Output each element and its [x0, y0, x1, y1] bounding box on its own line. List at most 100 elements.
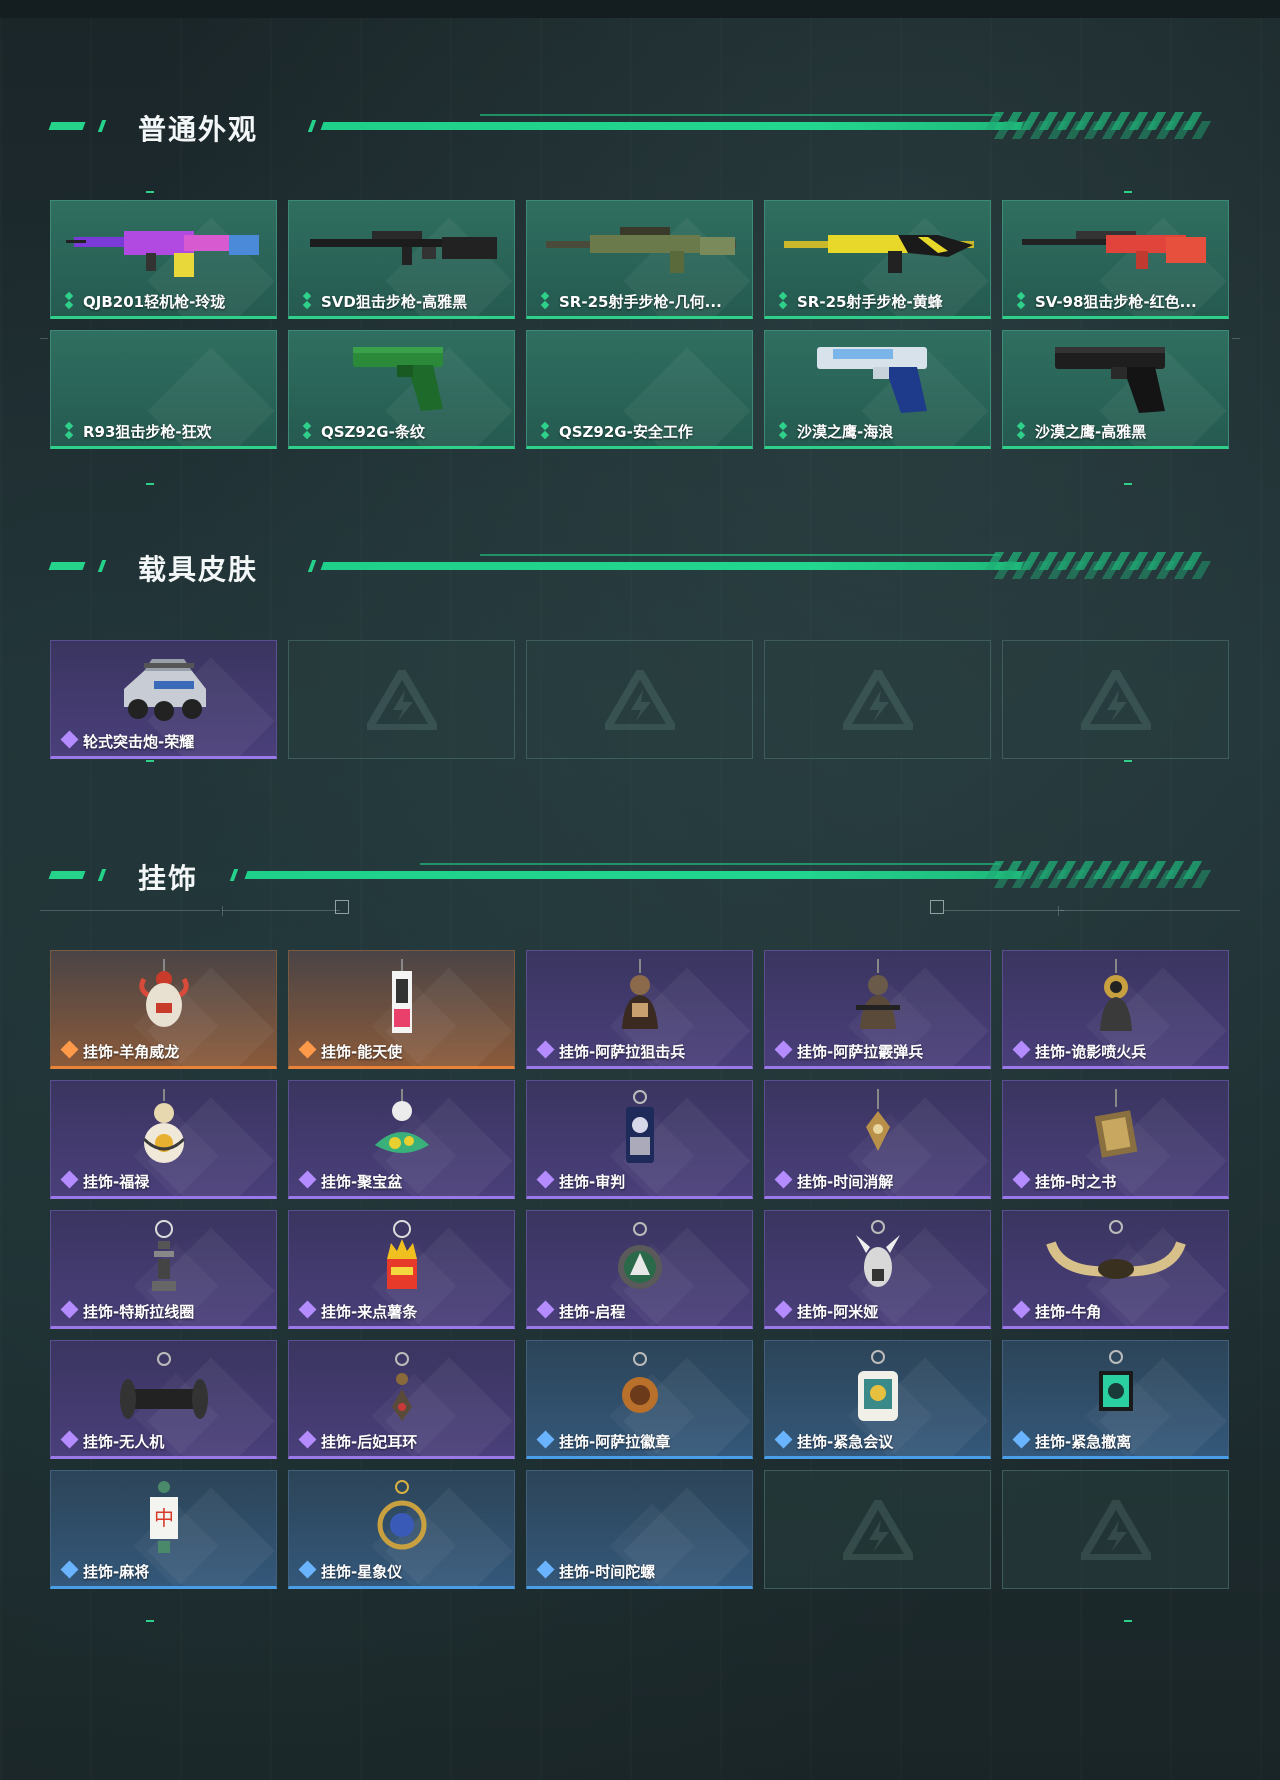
item-label: 挂饰-紧急会议 — [797, 1433, 894, 1451]
item-label: 挂饰-紧急撤离 — [1035, 1433, 1132, 1451]
rarity-icon — [1012, 1430, 1031, 1449]
corner-tick — [146, 483, 154, 485]
item-label: 挂饰-麻将 — [83, 1563, 150, 1581]
charm-card[interactable]: 挂饰-福禄 — [50, 1080, 277, 1199]
rarity-icon — [300, 424, 314, 438]
charm-icon — [391, 1352, 412, 1421]
charm-card[interactable]: 挂饰-后妃耳环 — [288, 1340, 515, 1459]
charm-card[interactable]: 挂饰-无人机 — [50, 1340, 277, 1459]
charm-card[interactable]: 挂饰-时之书 — [1002, 1080, 1229, 1199]
weapon-card[interactable]: 沙漠之鹰-高雅黑 — [1002, 330, 1229, 449]
weapon-card[interactable]: 沙漠之鹰-海浪 — [764, 330, 991, 449]
charm-icon — [625, 1090, 654, 1163]
vehicles-grid: 轮式突击炮-荣耀 — [50, 640, 1229, 759]
charm-card[interactable]: 挂饰-诡影喷火兵 — [1002, 950, 1229, 1069]
charm-card[interactable]: 挂饰-时间消解 — [764, 1080, 991, 1199]
corner-tick — [146, 191, 154, 193]
item-label: 挂饰-星象仪 — [321, 1563, 403, 1581]
item-label: 挂饰-阿萨拉狙击兵 — [559, 1043, 686, 1061]
rarity-icon — [536, 1560, 555, 1579]
weapon-card[interactable]: QSZ92G-条纹 — [288, 330, 515, 449]
charm-card[interactable]: 挂饰-星象仪 — [288, 1470, 515, 1589]
rarity-icon — [1012, 1170, 1031, 1189]
header-accent — [48, 122, 86, 130]
rarity-icon — [298, 1300, 317, 1319]
empty-slot — [764, 640, 991, 759]
rarity-icon — [1012, 1040, 1031, 1059]
hud-line — [1232, 338, 1240, 339]
charm-card[interactable]: 挂饰-来点薯条 — [288, 1210, 515, 1329]
charm-card[interactable]: 挂饰-阿米娅 — [764, 1210, 991, 1329]
item-label: 挂饰-聚宝盆 — [321, 1173, 403, 1191]
section-header: 普通外观 — [0, 108, 1280, 148]
item-label: 挂饰-福禄 — [83, 1173, 150, 1191]
corner-tick — [1124, 191, 1132, 193]
charm-icon: 中 — [149, 1481, 178, 1553]
header-line — [480, 554, 1000, 556]
charm-card[interactable]: 挂饰-阿萨拉徽章 — [526, 1340, 753, 1459]
item-label: SV-98狙击步枪-红色... — [1035, 293, 1197, 311]
charm-card[interactable]: 中挂饰-麻将 — [50, 1470, 277, 1589]
rarity-icon — [298, 1560, 317, 1579]
rarity-icon — [60, 730, 79, 749]
charm-icon — [151, 1220, 176, 1291]
sniper-rifle-icon — [309, 231, 497, 265]
charm-card[interactable]: 挂饰-时间陀螺 — [526, 1470, 753, 1589]
weapon-card[interactable]: SR-25射手步枪-几何... — [526, 200, 753, 319]
charm-icon — [1099, 959, 1132, 1031]
rarity-icon — [538, 294, 552, 308]
charm-card[interactable]: 挂饰-紧急会议 — [764, 1340, 991, 1459]
section-charms: 挂饰 — [0, 857, 1280, 897]
charm-card[interactable]: 挂饰-启程 — [526, 1210, 753, 1329]
item-label: 挂饰-牛角 — [1035, 1303, 1102, 1321]
rarity-icon — [536, 1430, 555, 1449]
item-label: 挂饰-审判 — [559, 1173, 626, 1191]
item-label: 挂饰-启程 — [559, 1303, 626, 1321]
charm-card[interactable]: 挂饰-聚宝盆 — [288, 1080, 515, 1199]
hud-line — [222, 910, 340, 911]
rarity-icon — [1014, 424, 1028, 438]
charm-icon — [865, 1089, 890, 1151]
charm-card[interactable]: 挂饰-紧急撤离 — [1002, 1340, 1229, 1459]
empty-slot — [526, 640, 753, 759]
charm-card[interactable]: 挂饰-能天使 — [288, 950, 515, 1069]
weapon-card[interactable]: QSZ92G-安全工作 — [526, 330, 753, 449]
rarity-icon — [60, 1560, 79, 1579]
vehicle-card[interactable]: 轮式突击炮-荣耀 — [50, 640, 277, 759]
charm-icon — [621, 959, 658, 1029]
weapon-card[interactable]: QJB201轻机枪-玲珑 — [50, 200, 277, 319]
charm-card[interactable]: 挂饰-羊角威龙 — [50, 950, 277, 1069]
weapon-card[interactable]: SV-98狙击步枪-红色... — [1002, 200, 1229, 319]
charm-card[interactable]: 挂饰-阿萨拉狙击兵 — [526, 950, 753, 1069]
item-label: 挂饰-时间消解 — [797, 1173, 894, 1191]
item-label: 沙漠之鹰-海浪 — [797, 423, 894, 441]
charm-icon — [377, 1480, 426, 1550]
charm-card[interactable]: 挂饰-牛角 — [1002, 1210, 1229, 1329]
marksman-rifle-icon — [545, 227, 736, 273]
hud-line — [222, 906, 223, 916]
rarity-icon — [60, 1300, 79, 1319]
header-checker — [993, 870, 1215, 888]
rarity-icon — [1012, 1300, 1031, 1319]
item-label: 挂饰-无人机 — [83, 1433, 165, 1451]
rarity-icon — [776, 294, 790, 308]
charm-icon — [855, 959, 900, 1029]
header-accent — [97, 869, 107, 881]
charm-icon — [1098, 1350, 1133, 1411]
charm-icon — [1094, 1089, 1137, 1158]
charm-icon — [374, 1089, 429, 1153]
charm-card[interactable]: 挂饰-特斯拉线圈 — [50, 1210, 277, 1329]
corner-tick — [1124, 760, 1132, 762]
weapon-card[interactable]: SVD狙击步枪-高雅黑 — [288, 200, 515, 319]
hud-line — [944, 910, 1064, 911]
game-logo-icon — [1080, 1499, 1151, 1560]
weapon-card[interactable]: R93狙击步枪-狂欢 — [50, 330, 277, 449]
header-line — [320, 562, 1024, 570]
charm-card[interactable]: 挂饰-审判 — [526, 1080, 753, 1199]
weapon-card[interactable]: SR-25射手步枪-黄蜂 — [764, 200, 991, 319]
item-label: QJB201轻机枪-玲珑 — [83, 293, 226, 311]
charm-card[interactable]: 挂饰-阿萨拉霰弹兵 — [764, 950, 991, 1069]
item-label: 挂饰-特斯拉线圈 — [83, 1303, 195, 1321]
header-accent — [97, 120, 107, 132]
header-accent — [307, 560, 317, 572]
